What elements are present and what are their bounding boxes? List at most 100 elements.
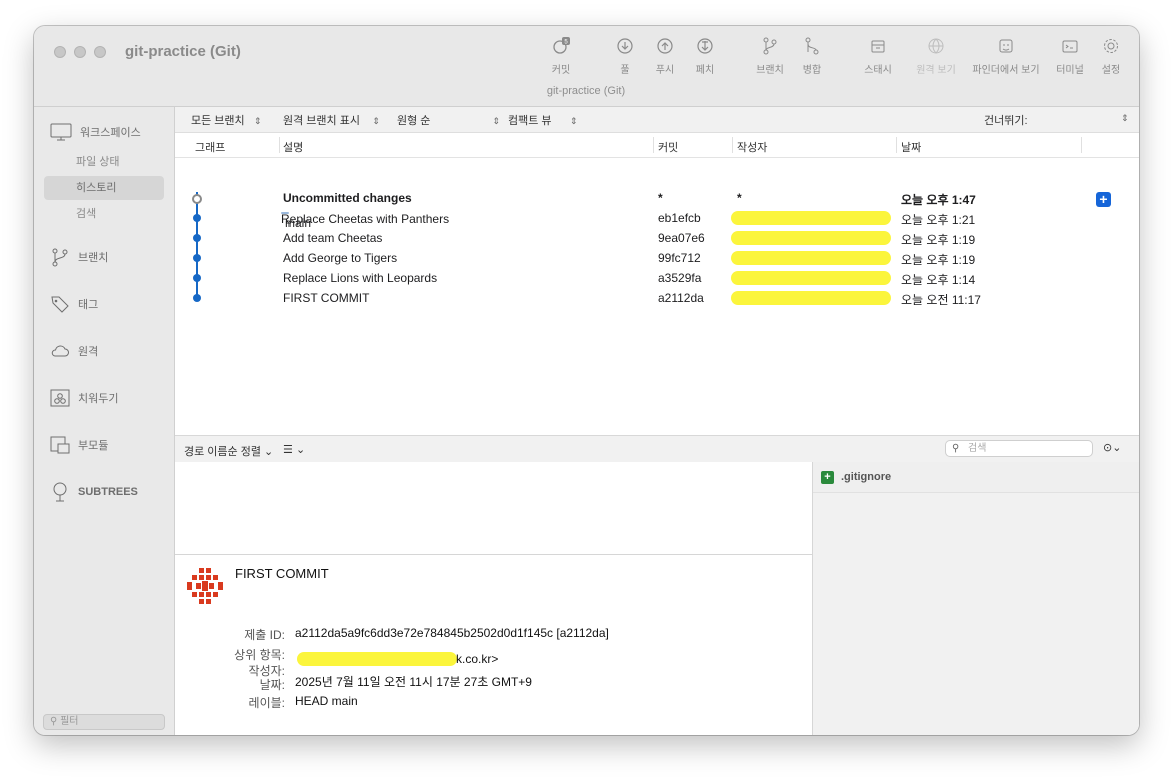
updown-chevron-icon: ⇕: [372, 116, 380, 126]
sidebar-item-search[interactable]: 검색: [44, 202, 164, 226]
commit-id-label: 제출 ID:: [244, 628, 285, 642]
minimize-window-button[interactable]: [74, 46, 86, 58]
chevron-down-icon: ⌄: [1112, 442, 1122, 454]
sidebar-remotes[interactable]: 원격: [50, 341, 98, 361]
close-window-button[interactable]: [54, 46, 66, 58]
show-in-finder-button[interactable]: 파인더에서 보기: [966, 36, 1046, 76]
commit-row[interactable]: Replace Lions with Leopards a3529fa 오늘 오…: [175, 268, 1139, 288]
parent-label: 상위 항목:: [234, 648, 285, 662]
sidebar-workspace[interactable]: 워크스페이스: [50, 123, 141, 141]
labels-label: 레이블:: [248, 696, 285, 710]
window-title: git-practice (Git): [125, 43, 241, 60]
added-file-icon: +: [821, 471, 834, 484]
file-name: .gitignore: [841, 471, 892, 483]
settings-icon: [1104, 39, 1118, 53]
updown-chevron-icon: ⇕: [569, 116, 578, 126]
merge-icon: [805, 37, 819, 55]
chevron-down-icon: ⌄: [264, 446, 274, 458]
parent-value: k.co.kr>: [456, 652, 499, 666]
date-label: 날짜:: [259, 678, 285, 692]
skip-stepper[interactable]: ⇕: [1121, 112, 1129, 124]
redacted-author: [731, 291, 891, 305]
commit-row-uncommitted[interactable]: Uncommitted changes * * 오늘 오후 1:47: [175, 188, 1139, 208]
search-icon: ⚲: [952, 443, 960, 454]
fetch-button[interactable]: 페치: [679, 36, 731, 76]
date-value: 2025년 7월 11일 오전 11시 17분 27초 GMT+9: [295, 675, 532, 689]
add-uncommitted-button[interactable]: +: [1096, 192, 1111, 207]
commit-id-value: a2112da5a9fc6dd3e72e784845b2502d0d1f145c…: [295, 626, 609, 640]
commit-row[interactable]: ⑂ main Replace Cheetas with Panthers eb1ef…: [175, 208, 1139, 230]
commit-button[interactable]: 5 커밋: [535, 36, 587, 76]
view-mode-select[interactable]: 컴팩트 뷰 ⇕: [508, 112, 577, 128]
file-list-toolbar: 경로 이름순 정렬 ⌄ ☰ ⌄ ⚲ 검색 ⊙⌄: [175, 435, 1139, 463]
stash-button[interactable]: 스태시: [852, 36, 904, 76]
sidebar-item-history[interactable]: 히스토리: [44, 176, 164, 200]
commit-details-pane: FIRST COMMIT 제출 ID: a2112da5a9fc6dd3e72e…: [175, 462, 813, 735]
branch-icon: [52, 248, 68, 267]
sort-select[interactable]: 경로 이름순 정렬 ⌄: [184, 443, 273, 459]
changed-files-pane: + .gitignore: [813, 462, 1139, 735]
toolbar: git-practice (Git) 5 커밋 풀 푸시 페치 브랜치 병합 스…: [34, 26, 1139, 107]
commit-row[interactable]: Add George to Tigers 99fc712 오늘 오후 1:19: [175, 248, 1139, 268]
sidebar-branches[interactable]: 브랜치: [50, 247, 108, 267]
cloud-icon: [51, 345, 69, 357]
history-filter-bar: 모든 브랜치 ⇕ 원격 브랜치 표시 ⇕ 원형 순 ⇕ 컴팩트 뷰 ⇕ 건너뛰기:…: [175, 107, 1139, 133]
commit-row-selected[interactable]: FIRST COMMIT a2112da 오늘 오전 11:17: [175, 288, 1139, 308]
fetch-icon: [697, 38, 713, 54]
redacted-author: [731, 231, 891, 245]
column-commit[interactable]: 커밋: [658, 139, 678, 155]
column-description[interactable]: 설명: [283, 139, 303, 155]
column-graph[interactable]: 그래프: [195, 139, 225, 155]
terminal-icon: [1062, 40, 1078, 53]
sidebar-submodules[interactable]: 부모듈: [50, 435, 108, 455]
sidebar-stashes[interactable]: 치워두기: [50, 388, 118, 408]
list-mode-select[interactable]: ☰ ⌄: [283, 443, 305, 456]
tree-icon: [53, 482, 67, 502]
column-author[interactable]: 작성자: [737, 139, 767, 155]
updown-chevron-icon: ⇕: [253, 116, 262, 126]
redacted-author: [731, 251, 891, 265]
redacted-email: [297, 652, 457, 666]
history-view: 모든 브랜치 ⇕ 원격 브랜치 표시 ⇕ 원형 순 ⇕ 컴팩트 뷰 ⇕ 건너뛰기:…: [175, 107, 1139, 735]
monitor-icon: [50, 123, 72, 141]
list-icon: ☰: [283, 444, 293, 456]
file-search-input[interactable]: ⚲ 검색: [945, 440, 1093, 457]
author-avatar: [185, 566, 225, 606]
updown-chevron-icon: ⇕: [492, 116, 500, 126]
stash-icon: [871, 40, 885, 53]
commit-title: FIRST COMMIT: [235, 566, 329, 581]
remote-branch-select[interactable]: 원격 브랜치 표시 ⇕: [283, 112, 380, 128]
labels-value: HEAD main: [295, 694, 358, 708]
chevron-down-icon: ⌄: [295, 444, 306, 456]
file-row[interactable]: + .gitignore: [813, 462, 1139, 493]
submodule-icon: [50, 436, 70, 454]
settings-button[interactable]: 설정: [1085, 36, 1137, 76]
branch-icon: [763, 37, 777, 55]
column-date[interactable]: 날짜: [901, 139, 921, 155]
push-icon: [657, 38, 673, 54]
remote-view-icon: [928, 38, 944, 54]
finder-icon: [999, 39, 1013, 53]
redacted-author: [731, 211, 891, 225]
skip-label: 건너뛰기:: [984, 115, 1028, 127]
branch-filter-select[interactable]: 모든 브랜치 ⇕: [191, 112, 261, 128]
sidebar-tags[interactable]: 태그: [50, 294, 98, 314]
tag-icon: [51, 296, 69, 313]
repo-subtitle: git-practice (Git): [546, 85, 626, 97]
updown-chevron-icon: ⇕: [1121, 113, 1129, 123]
stash-icon: [50, 389, 70, 407]
zoom-window-button[interactable]: [94, 46, 106, 58]
remote-view-button[interactable]: 원격 보기: [910, 36, 962, 76]
pull-icon: [617, 38, 633, 54]
app-window: git-practice (Git) 5 커밋 풀 푸시 페치 브랜치 병합 스…: [34, 26, 1139, 735]
order-select[interactable]: 원형 순 ⇕: [397, 112, 500, 128]
commit-row[interactable]: Add team Cheetas 9ea07e6 오늘 오후 1:19: [175, 228, 1139, 248]
sidebar-item-file-status[interactable]: 파일 상태: [44, 150, 164, 174]
redacted-author: [731, 271, 891, 285]
merge-button[interactable]: 병합: [786, 36, 838, 76]
sidebar: 워크스페이스 파일 상태 히스토리 검색 브랜치 태그 원격 치워두기 부모듈 …: [34, 107, 175, 735]
sidebar-subtrees[interactable]: SUBTREES: [50, 482, 138, 502]
sidebar-filter-input[interactable]: ⚲ 필터: [43, 714, 165, 730]
more-options-button[interactable]: ⊙⌄: [1103, 441, 1121, 454]
ellipsis-circle-icon: ⊙: [1103, 442, 1113, 454]
